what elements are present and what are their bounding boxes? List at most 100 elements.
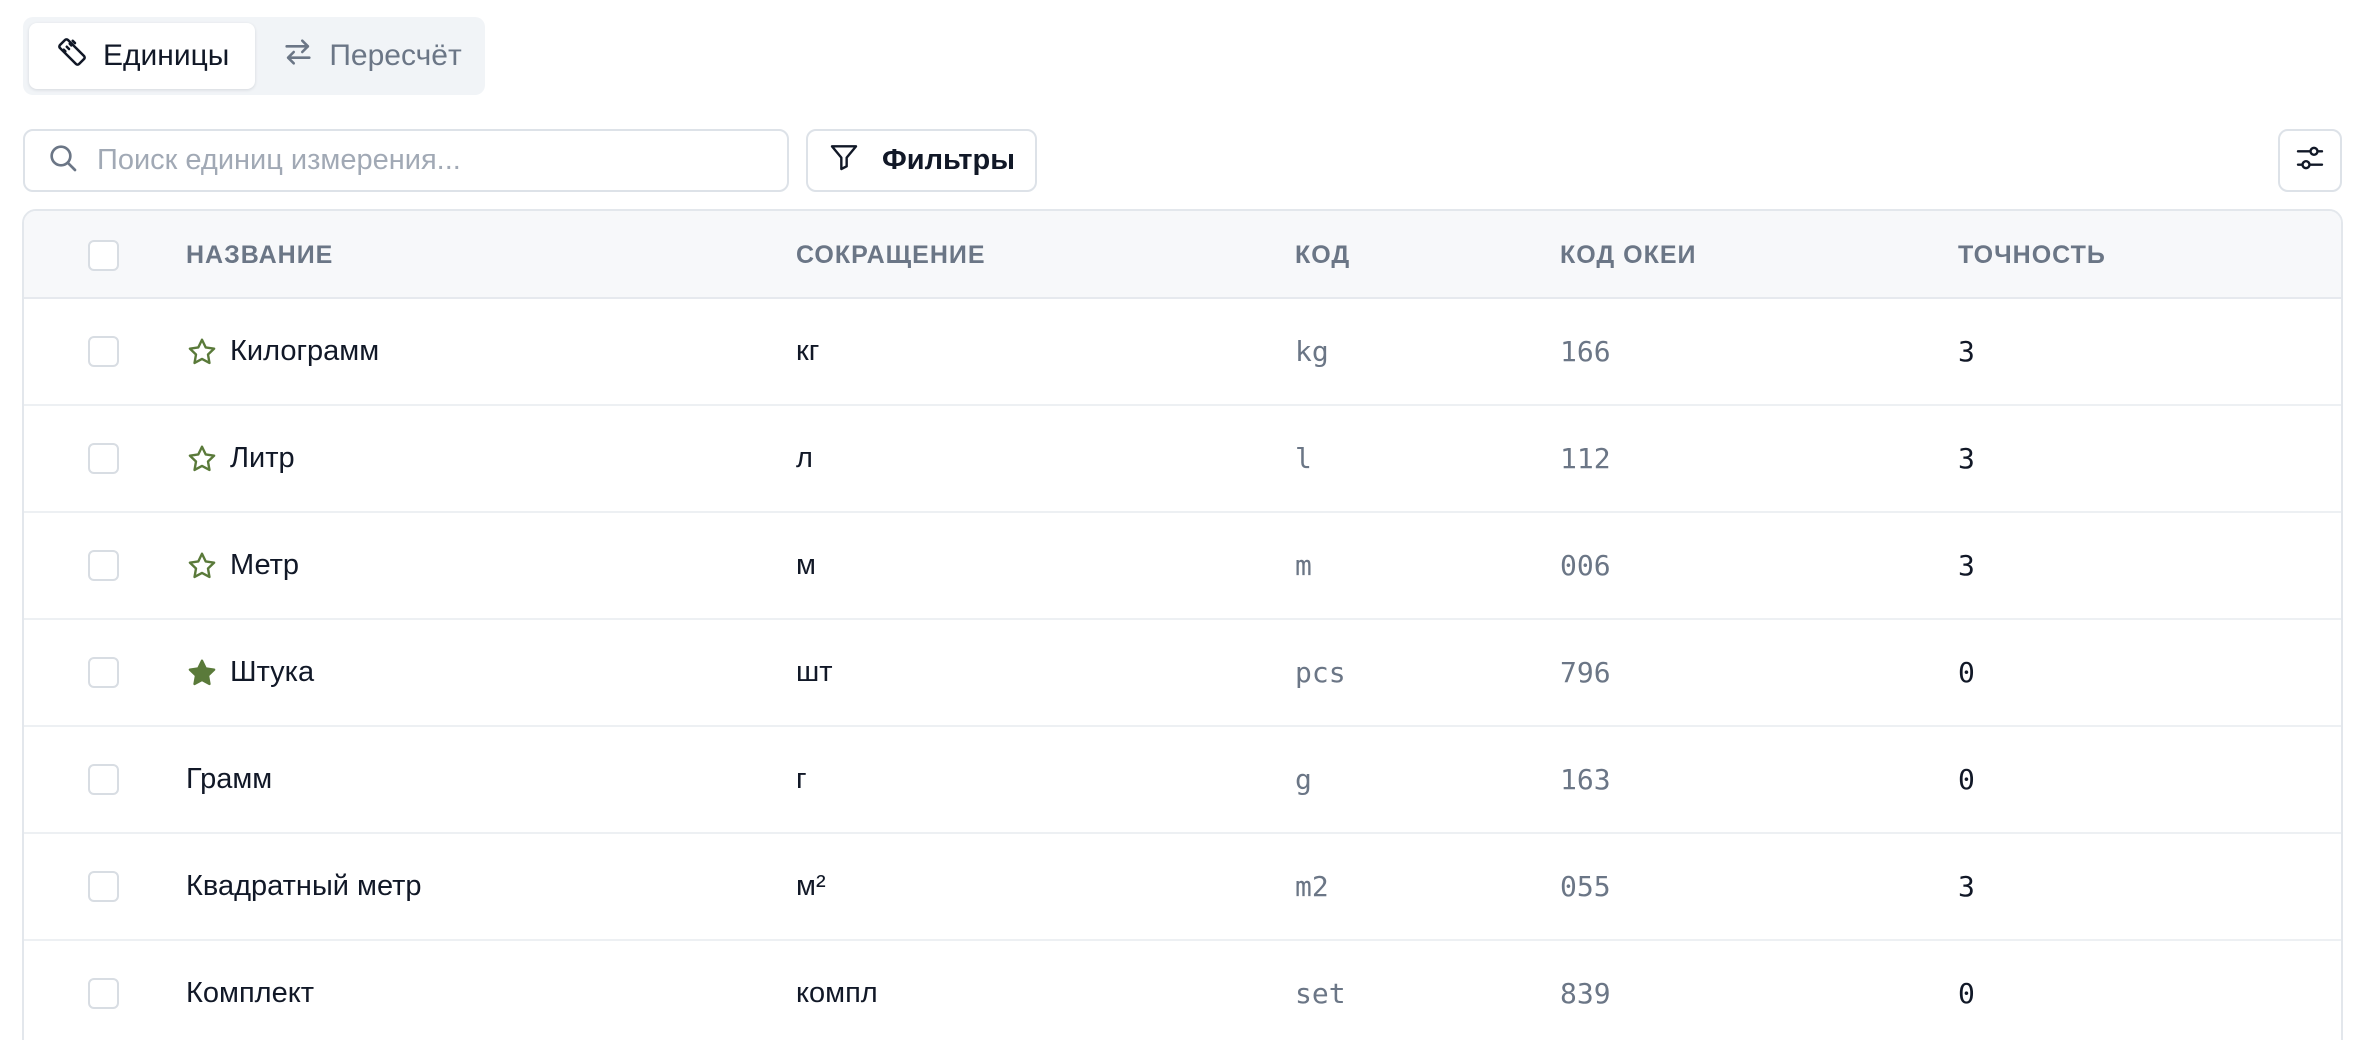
unit-okei-code: 006 (1560, 549, 1611, 582)
name-cell: Литр (186, 406, 295, 511)
row-checkbox[interactable] (88, 871, 119, 902)
search-input[interactable] (97, 131, 765, 190)
select-all-checkbox[interactable] (88, 239, 119, 271)
ruler-icon (55, 35, 89, 77)
precision-cell: 0 (1958, 620, 1975, 725)
row-checkbox-cell (88, 406, 128, 511)
table-row[interactable]: Квадратный метр м² m2 055 3 (24, 834, 2341, 941)
precision-cell: 3 (1958, 834, 1975, 939)
okei-cell: 166 (1560, 299, 1611, 404)
unit-okei-code: 166 (1560, 335, 1611, 368)
okei-cell: 112 (1560, 406, 1611, 511)
row-checkbox-cell (88, 941, 128, 1040)
header-checkbox-cell (88, 211, 128, 299)
unit-code: m2 (1295, 870, 1329, 903)
name-cell: Квадратный метр (186, 834, 422, 939)
unit-okei-code: 055 (1560, 870, 1611, 903)
unit-precision: 3 (1958, 335, 1975, 368)
code-cell: pcs (1295, 620, 1346, 725)
abbreviation-cell: г (796, 727, 807, 832)
sliders-icon (2294, 142, 2326, 179)
unit-abbreviation: л (796, 442, 813, 474)
column-header-name[interactable]: НАЗВАНИЕ (186, 211, 333, 299)
row-checkbox[interactable] (88, 978, 119, 1009)
table-row[interactable]: Грамм г g 163 0 (24, 727, 2341, 834)
table-row[interactable]: Штука шт pcs 796 0 (24, 620, 2341, 727)
unit-abbreviation: м (796, 549, 816, 581)
search-icon (47, 142, 79, 179)
unit-precision: 3 (1958, 549, 1975, 582)
unit-abbreviation: м² (796, 870, 826, 902)
unit-code: g (1295, 763, 1312, 796)
tab-conversion[interactable]: Пересчёт (255, 23, 487, 89)
table-row[interactable]: Литр л l 112 3 (24, 406, 2341, 513)
row-checkbox[interactable] (88, 764, 119, 795)
abbreviation-cell: м (796, 513, 816, 618)
unit-precision: 0 (1958, 656, 1975, 689)
row-checkbox[interactable] (88, 657, 119, 688)
precision-cell: 3 (1958, 299, 1975, 404)
abbreviation-cell: компл (796, 941, 878, 1040)
arrows-exchange-icon (281, 35, 315, 77)
unit-precision: 0 (1958, 763, 1975, 796)
unit-precision: 0 (1958, 977, 1975, 1010)
table-row[interactable]: Комплект компл set 839 0 (24, 941, 2341, 1040)
row-checkbox-cell (88, 834, 128, 939)
code-cell: g (1295, 727, 1312, 832)
unit-name: Комплект (186, 977, 315, 1009)
column-settings-button[interactable] (2278, 129, 2342, 192)
table-row[interactable]: Метр м m 006 3 (24, 513, 2341, 620)
funnel-icon (828, 141, 860, 181)
column-header-precision[interactable]: ТОЧНОСТЬ (1958, 211, 2106, 299)
units-page: Единицы Пересчёт Филь (0, 0, 2370, 1040)
row-checkbox[interactable] (88, 550, 119, 581)
unit-name: Метр (230, 549, 300, 581)
unit-okei-code: 112 (1560, 442, 1611, 475)
okei-cell: 839 (1560, 941, 1611, 1040)
okei-cell: 796 (1560, 620, 1611, 725)
precision-cell: 3 (1958, 406, 1975, 511)
unit-okei-code: 796 (1560, 656, 1611, 689)
star-outline-icon[interactable] (186, 550, 230, 582)
code-cell: m2 (1295, 834, 1329, 939)
star-outline-icon[interactable] (186, 336, 230, 368)
code-cell: l (1295, 406, 1312, 511)
filters-button-label: Фильтры (882, 144, 1015, 176)
column-header-abbr[interactable]: СОКРАЩЕНИЕ (796, 211, 986, 299)
abbreviation-cell: кг (796, 299, 819, 404)
name-cell: Грамм (186, 727, 272, 832)
unit-name: Штука (230, 656, 315, 688)
unit-code: kg (1295, 335, 1329, 368)
unit-okei-code: 163 (1560, 763, 1611, 796)
row-checkbox-cell (88, 620, 128, 725)
abbreviation-cell: шт (796, 620, 833, 725)
precision-cell: 0 (1958, 727, 1975, 832)
code-cell: set (1295, 941, 1346, 1040)
unit-name: Грамм (186, 763, 273, 795)
code-cell: kg (1295, 299, 1329, 404)
abbreviation-cell: м² (796, 834, 826, 939)
search-box (23, 129, 789, 192)
row-checkbox[interactable] (88, 443, 119, 474)
okei-cell: 163 (1560, 727, 1611, 832)
tab-units[interactable]: Единицы (29, 23, 256, 89)
star-filled-icon[interactable] (186, 657, 230, 689)
tab-conversion-label: Пересчёт (329, 39, 462, 72)
unit-precision: 3 (1958, 442, 1975, 475)
star-outline-icon[interactable] (186, 443, 230, 475)
unit-code: m (1295, 549, 1312, 582)
unit-abbreviation: г (796, 763, 807, 795)
column-header-okei[interactable]: КОД ОКЕИ (1560, 211, 1696, 299)
precision-cell: 0 (1958, 941, 1975, 1040)
abbreviation-cell: л (796, 406, 813, 511)
unit-code: set (1295, 977, 1346, 1010)
table-row[interactable]: Килограмм кг kg 166 3 (24, 299, 2341, 406)
column-header-code[interactable]: КОД (1295, 211, 1350, 299)
name-cell: Штука (186, 620, 314, 725)
unit-abbreviation: компл (796, 977, 878, 1009)
name-cell: Килограмм (186, 299, 379, 404)
unit-name: Литр (230, 442, 295, 474)
row-checkbox-cell (88, 727, 128, 832)
row-checkbox[interactable] (88, 336, 119, 367)
filters-button[interactable]: Фильтры (806, 129, 1037, 192)
